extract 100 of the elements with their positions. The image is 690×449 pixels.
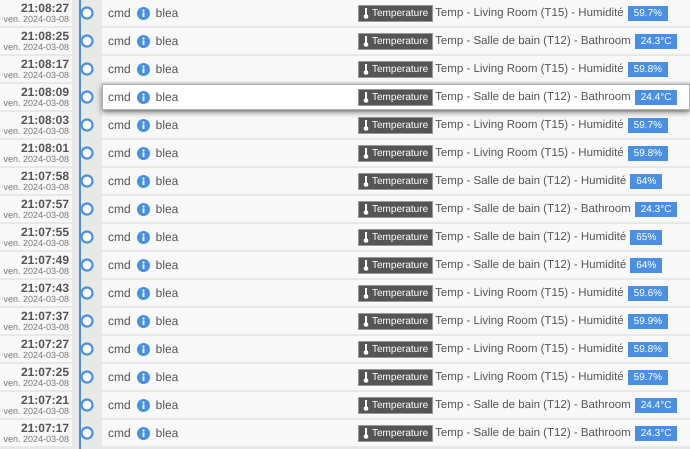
value-badge: 64% bbox=[630, 258, 662, 272]
event-source: blea bbox=[156, 118, 178, 132]
event-source: blea bbox=[156, 342, 178, 356]
thermometer-icon bbox=[363, 176, 369, 186]
tag-label: Temperature bbox=[372, 148, 428, 158]
value-badge: 59.8% bbox=[628, 146, 668, 160]
thermometer-icon bbox=[363, 400, 369, 410]
event-time: 21:07:37 bbox=[20, 310, 69, 322]
sensor-name: Temp - Salle de bain (T12) - Bathroom bbox=[435, 399, 631, 411]
sensor-name: Temp - Living Room (T15) - Humidité bbox=[435, 315, 624, 327]
sensor-name: Temp - Living Room (T15) - Humidité bbox=[435, 7, 624, 19]
event-time: 21:07:55 bbox=[20, 226, 69, 238]
info-icon bbox=[136, 34, 150, 48]
thermometer-icon bbox=[363, 36, 369, 46]
tag-label: Temperature bbox=[372, 120, 428, 130]
tag-label: Temperature bbox=[372, 316, 428, 326]
sensor-name: Temp - Salle de bain (T12) - Humidité bbox=[435, 259, 626, 271]
tag-label: Temperature bbox=[372, 64, 428, 74]
event-source: blea bbox=[156, 174, 178, 188]
event-date: ven. 2024-03-08 bbox=[3, 211, 69, 220]
thermometer-icon bbox=[363, 288, 369, 298]
sensor-name: Temp - Salle de bain (T12) - Bathroom bbox=[435, 427, 631, 439]
event-time: 21:07:58 bbox=[20, 170, 69, 182]
sensor-name: Temp - Living Room (T15) - Humidité bbox=[435, 119, 624, 131]
tag-label: Temperature bbox=[372, 92, 428, 102]
sensor-name: Temp - Salle de bain (T12) - Humidité bbox=[435, 231, 626, 243]
info-icon bbox=[136, 286, 150, 300]
sensor-name: Temp - Living Room (T15) - Humidité bbox=[435, 371, 624, 383]
event-date: ven. 2024-03-08 bbox=[3, 323, 69, 332]
event-source: blea bbox=[156, 314, 178, 328]
tag-label: Temperature bbox=[372, 36, 428, 46]
event-source: blea bbox=[156, 426, 178, 440]
info-icon bbox=[136, 230, 150, 244]
value-badge: 24.3°C bbox=[634, 34, 678, 48]
event-date: ven. 2024-03-08 bbox=[3, 239, 69, 248]
value-badge: 59.8% bbox=[628, 62, 668, 76]
info-icon bbox=[136, 398, 150, 412]
thermometer-icon bbox=[363, 232, 369, 242]
event-time: 21:08:27 bbox=[20, 2, 69, 14]
event-source: blea bbox=[156, 90, 178, 104]
event-type: cmd bbox=[108, 6, 131, 20]
event-date: ven. 2024-03-08 bbox=[3, 71, 69, 80]
value-badge: 59.6% bbox=[628, 286, 668, 300]
event-time: 21:07:27 bbox=[20, 338, 69, 350]
thermometer-icon bbox=[363, 120, 369, 130]
thermometer-icon bbox=[363, 64, 369, 74]
value-badge: 59.7% bbox=[628, 118, 668, 132]
tag-label: Temperature bbox=[372, 204, 428, 214]
event-date: ven. 2024-03-08 bbox=[3, 15, 69, 24]
info-icon bbox=[136, 342, 150, 356]
event-source: blea bbox=[156, 370, 178, 384]
event-date: ven. 2024-03-08 bbox=[3, 295, 69, 304]
info-icon bbox=[136, 258, 150, 272]
event-date: ven. 2024-03-08 bbox=[3, 155, 69, 164]
event-time: 21:07:49 bbox=[20, 254, 69, 266]
sensor-name: Temp - Salle de bain (T12) - Humidité bbox=[435, 175, 626, 187]
event-date: ven. 2024-03-08 bbox=[3, 435, 69, 444]
thermometer-icon bbox=[363, 8, 369, 18]
event-source: blea bbox=[156, 146, 178, 160]
event-date: ven. 2024-03-08 bbox=[3, 127, 69, 136]
event-type: cmd bbox=[108, 62, 131, 76]
thermometer-icon bbox=[363, 344, 369, 354]
event-time: 21:07:43 bbox=[20, 282, 69, 294]
tag-label: Temperature bbox=[372, 428, 428, 438]
tag-label: Temperature bbox=[372, 288, 428, 298]
event-time: 21:07:17 bbox=[20, 422, 69, 434]
event-date: ven. 2024-03-08 bbox=[3, 183, 69, 192]
event-time: 21:08:17 bbox=[20, 58, 69, 70]
event-time: 21:08:25 bbox=[20, 30, 69, 42]
event-time: 21:07:25 bbox=[20, 366, 69, 378]
event-source: blea bbox=[156, 258, 178, 272]
event-type: cmd bbox=[108, 370, 131, 384]
event-type: cmd bbox=[108, 118, 131, 132]
event-type: cmd bbox=[108, 314, 131, 328]
info-icon bbox=[136, 426, 150, 440]
value-badge: 24.3°C bbox=[634, 426, 678, 440]
event-date: ven. 2024-03-08 bbox=[3, 379, 69, 388]
event-source: blea bbox=[156, 286, 178, 300]
value-badge: 59.7% bbox=[628, 370, 668, 384]
tag-label: Temperature bbox=[372, 8, 428, 18]
event-time: 21:08:09 bbox=[20, 86, 69, 98]
event-date: ven. 2024-03-08 bbox=[3, 267, 69, 276]
info-icon bbox=[136, 62, 150, 76]
tag-label: Temperature bbox=[372, 232, 428, 242]
event-type: cmd bbox=[108, 146, 131, 160]
event-type: cmd bbox=[108, 230, 131, 244]
event-type: cmd bbox=[108, 342, 131, 356]
sensor-name: Temp - Living Room (T15) - Humidité bbox=[435, 147, 624, 159]
event-date: ven. 2024-03-08 bbox=[3, 99, 69, 108]
thermometer-icon bbox=[363, 372, 369, 382]
sensor-name: Temp - Salle de bain (T12) - Bathroom bbox=[435, 35, 631, 47]
value-badge: 59.8% bbox=[628, 342, 668, 356]
value-badge: 24.3°C bbox=[634, 202, 678, 216]
event-source: blea bbox=[156, 230, 178, 244]
event-type: cmd bbox=[108, 174, 131, 188]
info-icon bbox=[136, 118, 150, 132]
tag-label: Temperature bbox=[372, 176, 428, 186]
value-badge: 59.7% bbox=[628, 6, 668, 20]
info-icon bbox=[136, 6, 150, 20]
event-type: cmd bbox=[108, 258, 131, 272]
